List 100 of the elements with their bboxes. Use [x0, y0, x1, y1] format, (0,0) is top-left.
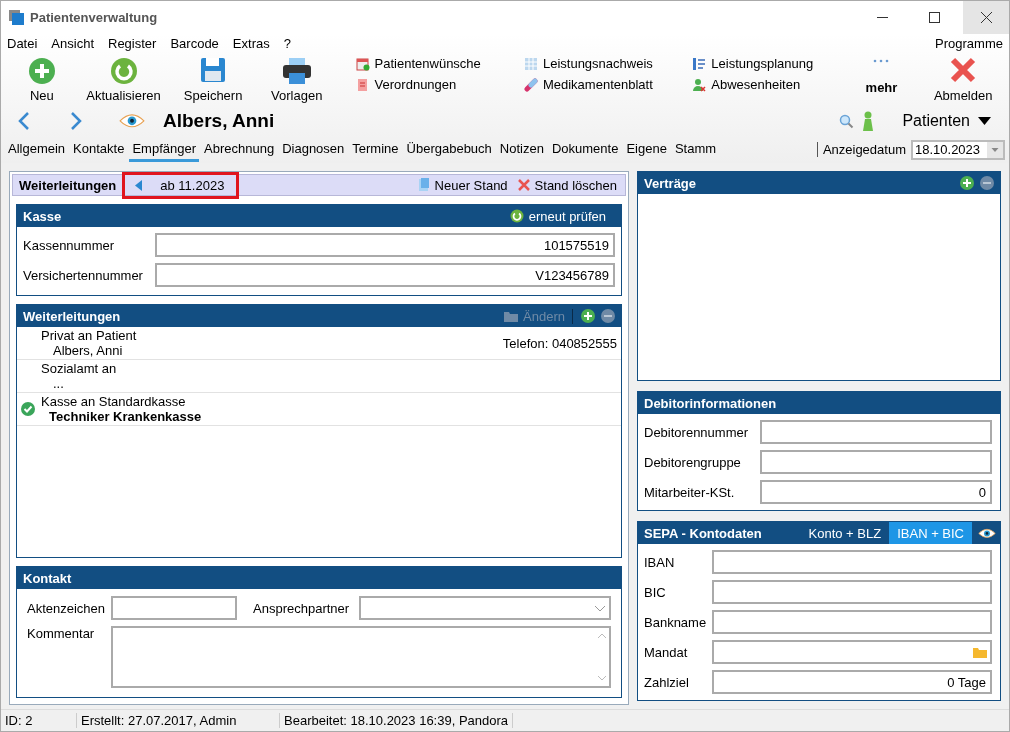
tab[interactable]: Abrechnung: [201, 137, 278, 162]
module-dropdown[interactable]: Patienten: [896, 111, 997, 131]
chevron-down-icon: [594, 604, 606, 612]
panel-title: Kontakt: [23, 570, 73, 586]
menu-item[interactable]: Ansicht: [51, 36, 94, 51]
toolbar-button[interactable]: Speichern: [174, 55, 252, 105]
input-field[interactable]: 0: [760, 480, 992, 504]
minimize-icon: [876, 16, 888, 19]
search-icon[interactable]: [839, 113, 855, 129]
previous-triangle-icon[interactable]: [135, 179, 143, 191]
tab[interactable]: Diagnosen: [279, 137, 348, 162]
toolbar-button[interactable]: Leistungsnachweis: [523, 55, 679, 72]
menu-item[interactable]: Barcode: [170, 36, 219, 51]
tab[interactable]: Übergabebuch: [403, 137, 495, 162]
more-button[interactable]: mehr: [851, 55, 912, 101]
toolbar-button[interactable]: Abwesenheiten: [692, 76, 852, 93]
input-field[interactable]: [712, 550, 992, 574]
calendar-icon: [355, 56, 370, 71]
section-title: Weiterleitungen: [19, 177, 117, 193]
person-icon: [692, 77, 707, 92]
field-label: Debitorennummer: [644, 424, 750, 440]
toolbar-button[interactable]: Verordnungen: [355, 76, 510, 93]
input-field[interactable]: 101575519: [155, 233, 615, 257]
tab[interactable]: Eigene: [623, 137, 670, 162]
date-dropdown[interactable]: 18.10.2023: [911, 139, 1005, 160]
forwarding-type: Kasse an Standardkasse: [41, 394, 187, 409]
dropdown-field[interactable]: [359, 596, 611, 620]
app-icon: [9, 10, 24, 25]
add-icon[interactable]: [581, 309, 595, 323]
comment-field[interactable]: [111, 626, 611, 688]
folder-icon[interactable]: [973, 646, 987, 658]
tab[interactable]: Termine: [349, 137, 402, 162]
logout-button[interactable]: Abmelden: [923, 55, 1003, 105]
toolbar-button[interactable]: Patientenwünsche: [355, 55, 510, 72]
panel-title: Debitorinformationen: [644, 395, 778, 411]
eye-icon[interactable]: [978, 527, 996, 539]
mode-toggle[interactable]: Konto + BLZ: [800, 522, 890, 544]
input-field[interactable]: 0 Tage: [712, 670, 992, 694]
dots-icon: [873, 59, 890, 63]
forwarding-row[interactable]: Sozialamt an ...: [17, 360, 621, 393]
field-label: Bankname: [644, 614, 708, 630]
forwarding-row[interactable]: Privat an Patient Albers, Anni Telefon: 040852555: [17, 327, 621, 360]
panel-title: Kasse: [23, 208, 63, 224]
cross-icon: [517, 179, 530, 191]
eye-icon[interactable]: [119, 113, 145, 129]
menu-item[interactable]: Register: [108, 36, 157, 51]
version-selector[interactable]: ab 11.2023: [122, 171, 240, 199]
refresh-icon: [509, 209, 524, 223]
plus-icon: [27, 57, 56, 85]
remove-icon[interactable]: [980, 176, 994, 190]
field-label: IBAN: [644, 554, 676, 570]
tab[interactable]: Stamm: [671, 137, 720, 162]
input-field[interactable]: [712, 610, 992, 634]
patient-name: Albers, Anni: [163, 110, 275, 132]
field-label: Mandat: [644, 644, 689, 660]
tab[interactable]: Kontakte: [70, 137, 128, 162]
toolbar-button[interactable]: Vorlagen: [251, 55, 342, 105]
field-label: Ansprechpartner: [253, 600, 351, 616]
field-label: BIC: [644, 584, 667, 600]
input-field[interactable]: [760, 450, 992, 474]
menu-item[interactable]: Extras: [232, 36, 270, 51]
maximize-icon: [928, 12, 940, 23]
forwarding-recipient: Albers, Anni: [52, 343, 124, 358]
toolbar-button[interactable]: Aktualisieren: [72, 55, 175, 105]
folder-icon: [504, 310, 519, 322]
field-label: Kassennummer: [23, 237, 116, 253]
input-field[interactable]: [712, 580, 992, 604]
input-field[interactable]: V123456789: [155, 263, 615, 287]
add-icon[interactable]: [960, 176, 974, 190]
caret-icon: [978, 117, 991, 125]
delete-version-button[interactable]: Stand löschen: [515, 177, 619, 193]
toolbar-button[interactable]: Leistungsplanung: [692, 55, 852, 72]
toolbar-button[interactable]: Medikamentenblatt: [523, 76, 679, 93]
person-figure-icon[interactable]: [862, 111, 875, 131]
menu-item[interactable]: Datei: [7, 36, 38, 51]
remove-icon[interactable]: [601, 309, 615, 323]
menu-item[interactable]: ?: [283, 36, 291, 51]
panel-title: Weiterleitungen: [23, 308, 122, 324]
tab[interactable]: Dokumente: [548, 137, 622, 162]
tab[interactable]: Notizen: [496, 137, 547, 162]
panel-title: SEPA - Kontodaten: [644, 525, 763, 541]
toolbar-button[interactable]: Neu: [11, 55, 73, 105]
new-version-button[interactable]: Neuer Stand: [415, 177, 510, 193]
field-label: Versichertennummer: [23, 267, 144, 283]
recheck-button[interactable]: erneut prüfen: [509, 208, 613, 224]
status-text: Erstellt: 27.07.2017, Admin: [77, 713, 280, 728]
menu-item[interactable]: Programme: [935, 36, 1003, 51]
file-field[interactable]: [712, 640, 992, 664]
cross-icon: [950, 57, 977, 83]
tab[interactable]: Allgemein: [5, 137, 69, 162]
status-text: ID: 2: [1, 713, 77, 728]
input-field[interactable]: [760, 420, 992, 444]
tab[interactable]: Empfänger: [129, 137, 199, 162]
field-label: Kommentar: [27, 626, 96, 641]
forwarding-row[interactable]: Kasse an Standardkasse Techniker Krankenkasse: [17, 393, 621, 426]
input-field[interactable]: [111, 596, 237, 620]
forwarding-recipient: Techniker Krankenkasse: [48, 409, 203, 424]
forwarding-recipient: ...: [52, 376, 65, 391]
close-icon: [980, 12, 992, 23]
field-label: Debitorengruppe: [644, 454, 742, 470]
